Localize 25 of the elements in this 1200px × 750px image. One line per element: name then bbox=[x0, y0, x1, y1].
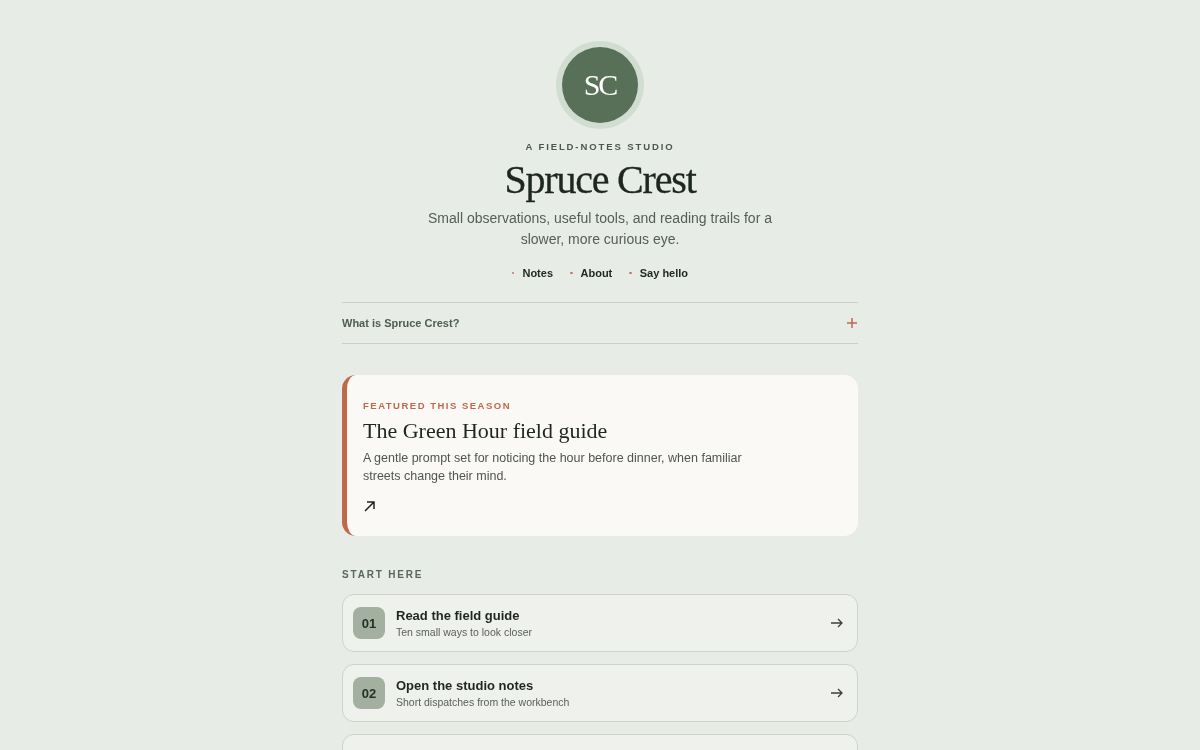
number-badge: 02 bbox=[353, 677, 385, 709]
start-card[interactable]: 01 Read the field guide Ten small ways to look closer bbox=[342, 594, 858, 652]
site-title: Spruce Crest bbox=[504, 158, 696, 202]
bullet-icon bbox=[570, 271, 573, 275]
featured-description: A gentle prompt set for noticing the hour before dinner, when familiar streets change their mind. bbox=[363, 450, 743, 485]
featured-title: The Green Hour field guide bbox=[363, 417, 609, 445]
nav-link[interactable]: About bbox=[570, 265, 613, 281]
card-title: Read the field guide bbox=[396, 607, 521, 624]
site-eyebrow: A FIELD-NOTES STUDIO bbox=[525, 140, 675, 154]
arrow-icon bbox=[831, 618, 843, 628]
nav-link[interactable]: Say hello bbox=[629, 265, 689, 281]
section-heading: START HERE bbox=[342, 568, 425, 582]
card-subtitle: Short dispatches from the workbench bbox=[396, 694, 571, 709]
bullet-icon bbox=[629, 271, 632, 275]
card-title: Open the studio notes bbox=[396, 677, 535, 694]
nav-link[interactable]: Notes bbox=[511, 265, 553, 281]
featured-eyebrow: FEATURED THIS SEASON bbox=[363, 399, 513, 413]
arrow-icon bbox=[831, 688, 843, 698]
faq-question[interactable]: What is Spruce Crest? bbox=[342, 303, 858, 343]
arrow-icon bbox=[364, 501, 375, 512]
card-subtitle: Ten small ways to look closer bbox=[396, 624, 533, 639]
number-badge: 01 bbox=[353, 607, 385, 639]
featured-card[interactable]: FEATURED THIS SEASON The Green Hour field guide A gentle prompt set for noticing the hour before dinner, when familiar streets change their mind. bbox=[342, 375, 858, 536]
site-tagline: Small observations, useful tools, and reading trails for a slower, more curious eye. bbox=[427, 209, 773, 249]
start-card[interactable]: 02 Open the studio notes Short dispatches from the workbench bbox=[342, 664, 858, 722]
